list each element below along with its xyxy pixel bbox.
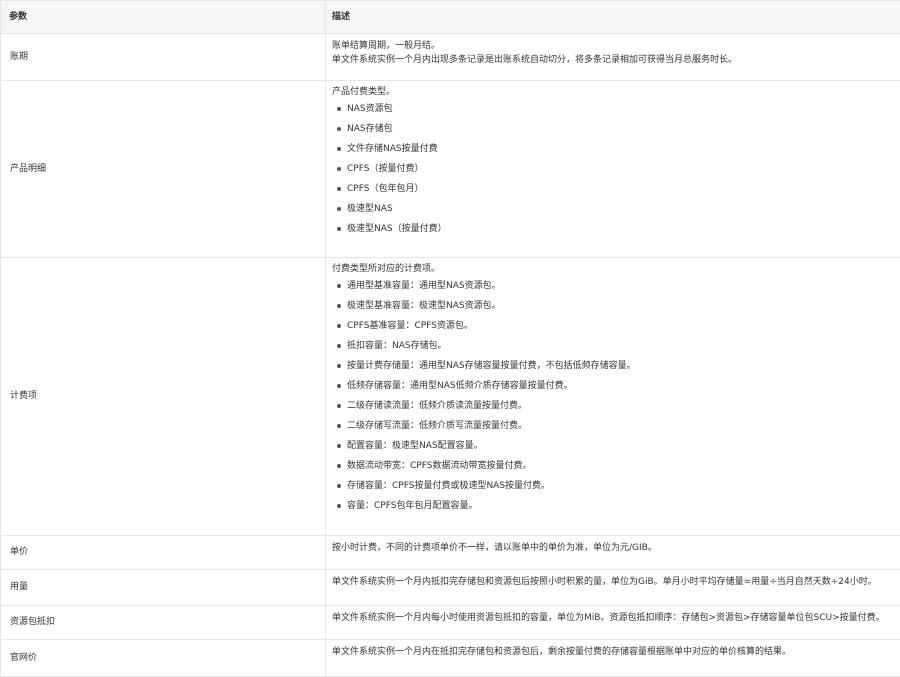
list-item: 容量：CPFS包年包月配置容量。	[332, 496, 900, 516]
list-item: 低频存储容量：通用型NAS低频介质存储容量按量付费。	[332, 376, 900, 396]
list-item: NAS存储包	[332, 119, 900, 139]
bullet-icon	[337, 444, 341, 448]
billing-item-list: 通用型基准容量：通用型NAS资源包。 极速型基准容量：极速型NAS资源包。 CP…	[332, 276, 900, 516]
description-line: 单文件系统实例一个月内出现多条记录是出账系统自动切分，将多条记录相加可获得当月总…	[332, 53, 900, 67]
row-name: 产品明细	[1, 81, 326, 258]
bullet-icon	[337, 504, 341, 508]
bullet-icon	[337, 107, 341, 111]
bullet-icon	[337, 364, 341, 368]
row-description: 账单结算周期，一般月结。 单文件系统实例一个月内出现多条记录是出账系统自动切分，…	[326, 34, 900, 81]
list-item: 文件存储NAS按量付费	[332, 139, 900, 159]
list-item: CPFS基准容量：CPFS资源包。	[332, 316, 900, 336]
description-intro: 付费类型所对应的计费项。	[332, 262, 900, 276]
list-item: CPFS（按量付费）	[332, 159, 900, 179]
bullet-icon	[337, 344, 341, 348]
header-description: 描述	[326, 1, 900, 34]
list-item: 配置容量：极速型NAS配置容量。	[332, 436, 900, 456]
bullet-icon	[337, 304, 341, 308]
bullet-icon	[337, 227, 341, 231]
bullet-icon	[337, 324, 341, 328]
table-row-period: 账期 账单结算周期，一般月结。 单文件系统实例一个月内出现多条记录是出账系统自动…	[1, 34, 900, 81]
row-name: 单价	[1, 536, 326, 570]
bullet-icon	[337, 167, 341, 171]
bullet-icon	[337, 464, 341, 468]
bullet-icon	[337, 127, 341, 131]
row-name: 账期	[1, 34, 326, 81]
bullet-icon	[337, 284, 341, 288]
list-item: 按量计费存储量：通用型NAS存储容量按量付费，不包括低频存储容量。	[332, 356, 900, 376]
table-row-site-price: 官网价 单文件系统实例一个月内在抵扣完存储包和资源包后，剩余按量付费的存储容量根…	[1, 640, 900, 677]
parameter-table: 参数 描述 账期 账单结算周期，一般月结。 单文件系统实例一个月内出现多条记录是…	[0, 0, 900, 677]
list-item: 二级存储读流量：低频介质读流量按量付费。	[332, 396, 900, 416]
description-line: 账单结算周期，一般月结。	[332, 39, 900, 53]
row-name: 资源包抵扣	[1, 606, 326, 640]
row-description: 按小时计费，不同的计费项单价不一样，请以账单中的单价为准，单位为元/GIB。	[326, 536, 900, 570]
bullet-icon	[337, 207, 341, 211]
row-description: 付费类型所对应的计费项。 通用型基准容量：通用型NAS资源包。 极速型基准容量：…	[326, 258, 900, 536]
product-list: NAS资源包 NAS存储包 文件存储NAS按量付费 CPFS（按量付费） CPF…	[332, 99, 900, 239]
description-intro: 产品付费类型。	[332, 85, 900, 99]
bullet-icon	[337, 187, 341, 191]
table-header-row: 参数 描述	[1, 1, 900, 34]
list-item: 数据流动带宽：CPFS数据流动带宽按量付费。	[332, 456, 900, 476]
bullet-icon	[337, 147, 341, 151]
list-item: 通用型基准容量：通用型NAS资源包。	[332, 276, 900, 296]
header-param: 参数	[1, 1, 326, 34]
row-name: 计费项	[1, 258, 326, 536]
list-item: CPFS（包年包月）	[332, 179, 900, 199]
list-item: 二级存储写流量：低频介质写流量按量付费。	[332, 416, 900, 436]
row-description: 单文件系统实例一个月内每小时使用资源包抵扣的容量，单位为MiB。资源包抵扣顺序：…	[326, 606, 900, 640]
list-item: 存储容量：CPFS按量付费或极速型NAS按量付费。	[332, 476, 900, 496]
list-item: 抵扣容量：NAS存储包。	[332, 336, 900, 356]
bullet-icon	[337, 384, 341, 388]
row-description: 单文件系统实例一个月内在抵扣完存储包和资源包后，剩余按量付费的存储容量根据账单中…	[326, 640, 900, 677]
table-row-usage: 用量 单文件系统实例一个月内抵扣完存储包和资源包后按照小时积累的量，单位为GiB…	[1, 570, 900, 606]
bullet-icon	[337, 424, 341, 428]
list-item: 极速型基准容量：极速型NAS资源包。	[332, 296, 900, 316]
row-description: 产品付费类型。 NAS资源包 NAS存储包 文件存储NAS按量付费 CPFS（按…	[326, 81, 900, 258]
bullet-icon	[337, 484, 341, 488]
table-row-product: 产品明细 产品付费类型。 NAS资源包 NAS存储包 文件存储NAS按量付费 C…	[1, 81, 900, 258]
bullet-icon	[337, 404, 341, 408]
table-row-billing-item: 计费项 付费类型所对应的计费项。 通用型基准容量：通用型NAS资源包。 极速型基…	[1, 258, 900, 536]
table-row-unit-price: 单价 按小时计费，不同的计费项单价不一样，请以账单中的单价为准，单位为元/GIB…	[1, 536, 900, 570]
table-row-resource-deduction: 资源包抵扣 单文件系统实例一个月内每小时使用资源包抵扣的容量，单位为MiB。资源…	[1, 606, 900, 640]
list-item: 极速型NAS	[332, 199, 900, 219]
row-name: 用量	[1, 570, 326, 606]
row-name: 官网价	[1, 640, 326, 677]
list-item: 极速型NAS（按量付费）	[332, 219, 900, 239]
row-description: 单文件系统实例一个月内抵扣完存储包和资源包后按照小时积累的量，单位为GiB。单月…	[326, 570, 900, 606]
list-item: NAS资源包	[332, 99, 900, 119]
